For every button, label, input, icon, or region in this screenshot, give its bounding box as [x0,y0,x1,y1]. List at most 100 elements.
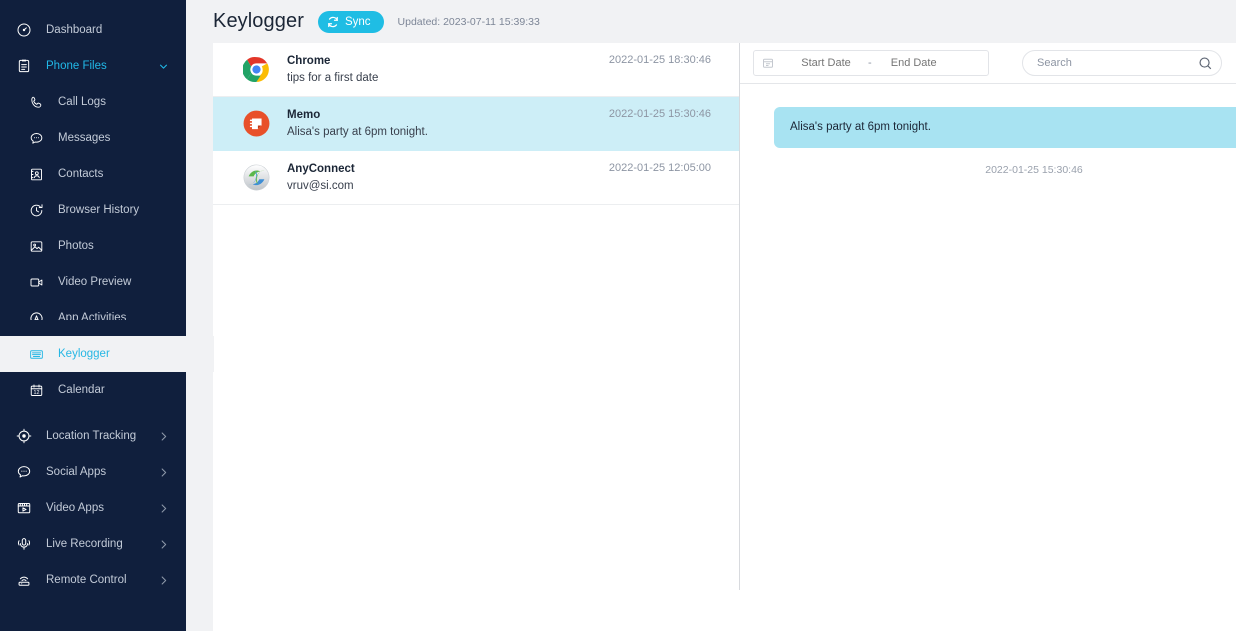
message-timestamp: 2022-01-25 15:30:46 [985,164,1083,176]
chevron-right-icon[interactable] [157,574,170,587]
sidebar-item-label: Video Apps [46,502,104,514]
list-item[interactable]: AnyConnect vruv@si.com 2022-01-25 12:05:… [213,151,740,205]
list-item-text: tips for a first date [287,71,379,84]
sidebar-item-label: Social Apps [46,466,107,478]
sidebar: Dashboard Phone Files Call Logs Messages… [0,0,214,631]
sync-button[interactable]: Sync [317,10,384,33]
list-item-meta: AnyConnect vruv@si.com [287,162,355,194]
svg-text:12: 12 [33,390,39,396]
keylog-list-panel: Chrome tips for a first date 2022-01-25 … [213,43,740,631]
list-item-time: 2022-01-25 15:30:46 [608,108,711,120]
calendar-icon: 12 [26,380,46,400]
page-title: Keylogger [213,10,304,32]
search-box[interactable] [1022,50,1222,76]
sidebar-item-keylogger[interactable]: Keylogger [0,336,214,372]
anyconnect-icon [242,164,270,192]
chevron-down-icon[interactable] [157,60,170,73]
contact-card-icon [26,164,46,184]
list-item-text: Alisa's party at 6pm tonight. [287,125,428,138]
sidebar-item-label: Location Tracking [46,430,137,442]
sync-button-label: Sync [344,15,371,28]
updated-timestamp: Updated: 2023-07-11 15:39:33 [397,15,540,28]
anyconnect-icon [243,164,269,191]
start-date-input[interactable] [788,57,864,69]
keylog-list: Chrome tips for a first date 2022-01-25 … [213,43,740,205]
sidebar-item-label: Live Recording [46,538,123,550]
sidebar-item-photos[interactable]: Photos [0,228,186,264]
memo-icon [243,110,269,137]
main-stage: Keylogger Sync Updated: 2023-07-11 15:39… [186,0,1236,631]
sidebar-item-contacts[interactable]: Contacts [0,156,186,192]
list-item[interactable]: Memo Alisa's party at 6pm tonight. 2022-… [213,97,740,151]
memo-icon [242,110,270,138]
list-item-meta: Chrome tips for a first date [287,54,378,86]
dashboard-icon [14,20,34,40]
chat-bubble-icon [26,128,46,148]
sidebar-item-call-logs[interactable]: Call Logs [0,84,186,120]
date-range-separator: - [868,57,872,69]
chevron-right-icon[interactable] [157,430,170,443]
sidebar-item-label: Photos [58,240,94,252]
sidebar-item-label: Browser History [58,204,140,216]
content-card: Chrome tips for a first date 2022-01-25 … [213,43,1236,631]
sidebar-item-calendar[interactable]: 12 Calendar [0,372,186,408]
app-activities-icon [26,308,46,328]
date-range-picker[interactable]: - [753,50,989,76]
sidebar-item-label: Phone Files [46,60,107,72]
sidebar-item-label: Dashboard [46,24,103,36]
filter-bar: - [740,43,1236,84]
sidebar-item-dashboard[interactable]: Dashboard [0,12,186,48]
sidebar-item-phone-files[interactable]: Phone Files [0,48,186,84]
sidebar-item-label: Remote Control [46,574,127,586]
search-icon[interactable] [1198,56,1213,71]
chrome-icon [242,57,269,82]
microphone-icon [14,534,34,554]
keyboard-icon [26,344,46,364]
list-item-meta: Memo Alisa's party at 6pm tonight. [287,108,428,140]
list-item-app: Chrome [287,54,331,67]
sidebar-item-social-apps[interactable]: Social Apps [0,454,186,490]
chevron-right-icon[interactable] [157,538,170,551]
sidebar-item-label: Call Logs [58,96,106,108]
message-thread: Alisa's party at 6pm tonight. 2022-01-25… [740,84,1236,176]
target-icon [14,426,34,446]
message-bubble: Alisa's party at 6pm tonight. [774,107,1236,148]
end-date-input[interactable] [875,57,952,69]
sidebar-item-app-activities[interactable]: App Activities [0,300,186,336]
video-camera-icon [26,272,46,292]
chat-bubble-icon [14,462,34,482]
list-item[interactable]: Chrome tips for a first date 2022-01-25 … [213,43,740,97]
phone-icon [26,92,46,112]
list-item-text: vruv@si.com [287,179,354,192]
list-item-time: 2022-01-25 18:30:46 [608,54,711,66]
sidebar-item-messages[interactable]: Messages [0,120,186,156]
sidebar-item-label: Keylogger [58,348,110,360]
list-item-time: 2022-01-25 12:05:00 [608,162,711,174]
sidebar-item-video-apps[interactable]: Video Apps [0,490,186,526]
photo-icon [26,236,46,256]
detail-panel: - Alisa's party at 6p [740,43,1236,631]
list-item-app: AnyConnect [287,162,355,175]
app-window: Dashboard Phone Files Call Logs Messages… [0,0,1236,631]
sidebar-item-video-preview[interactable]: Video Preview [0,264,186,300]
chevron-right-icon[interactable] [157,466,170,479]
chevron-right-icon[interactable] [157,502,170,515]
search-input[interactable] [1037,57,1192,69]
history-clock-icon [26,200,46,220]
sidebar-item-browser-history[interactable]: Browser History [0,192,186,228]
sidebar-item-remote-control[interactable]: Remote Control [0,562,186,598]
sidebar-item-label: Messages [58,132,111,144]
list-item-app: Memo [287,108,321,121]
sidebar-item-label: Calendar [58,384,105,396]
film-icon [14,498,34,518]
chrome-icon [242,56,270,84]
page-header: Keylogger Sync Updated: 2023-07-11 15:39… [213,0,1236,43]
sidebar-item-location-tracking[interactable]: Location Tracking [0,418,186,454]
sidebar-item-live-recording[interactable]: Live Recording [0,526,186,562]
refresh-icon [327,16,339,28]
calendar-icon [762,57,774,69]
remote-signal-icon [14,570,34,590]
sidebar-item-label: App Activities [58,312,127,324]
sidebar-item-label: Contacts [58,168,104,180]
